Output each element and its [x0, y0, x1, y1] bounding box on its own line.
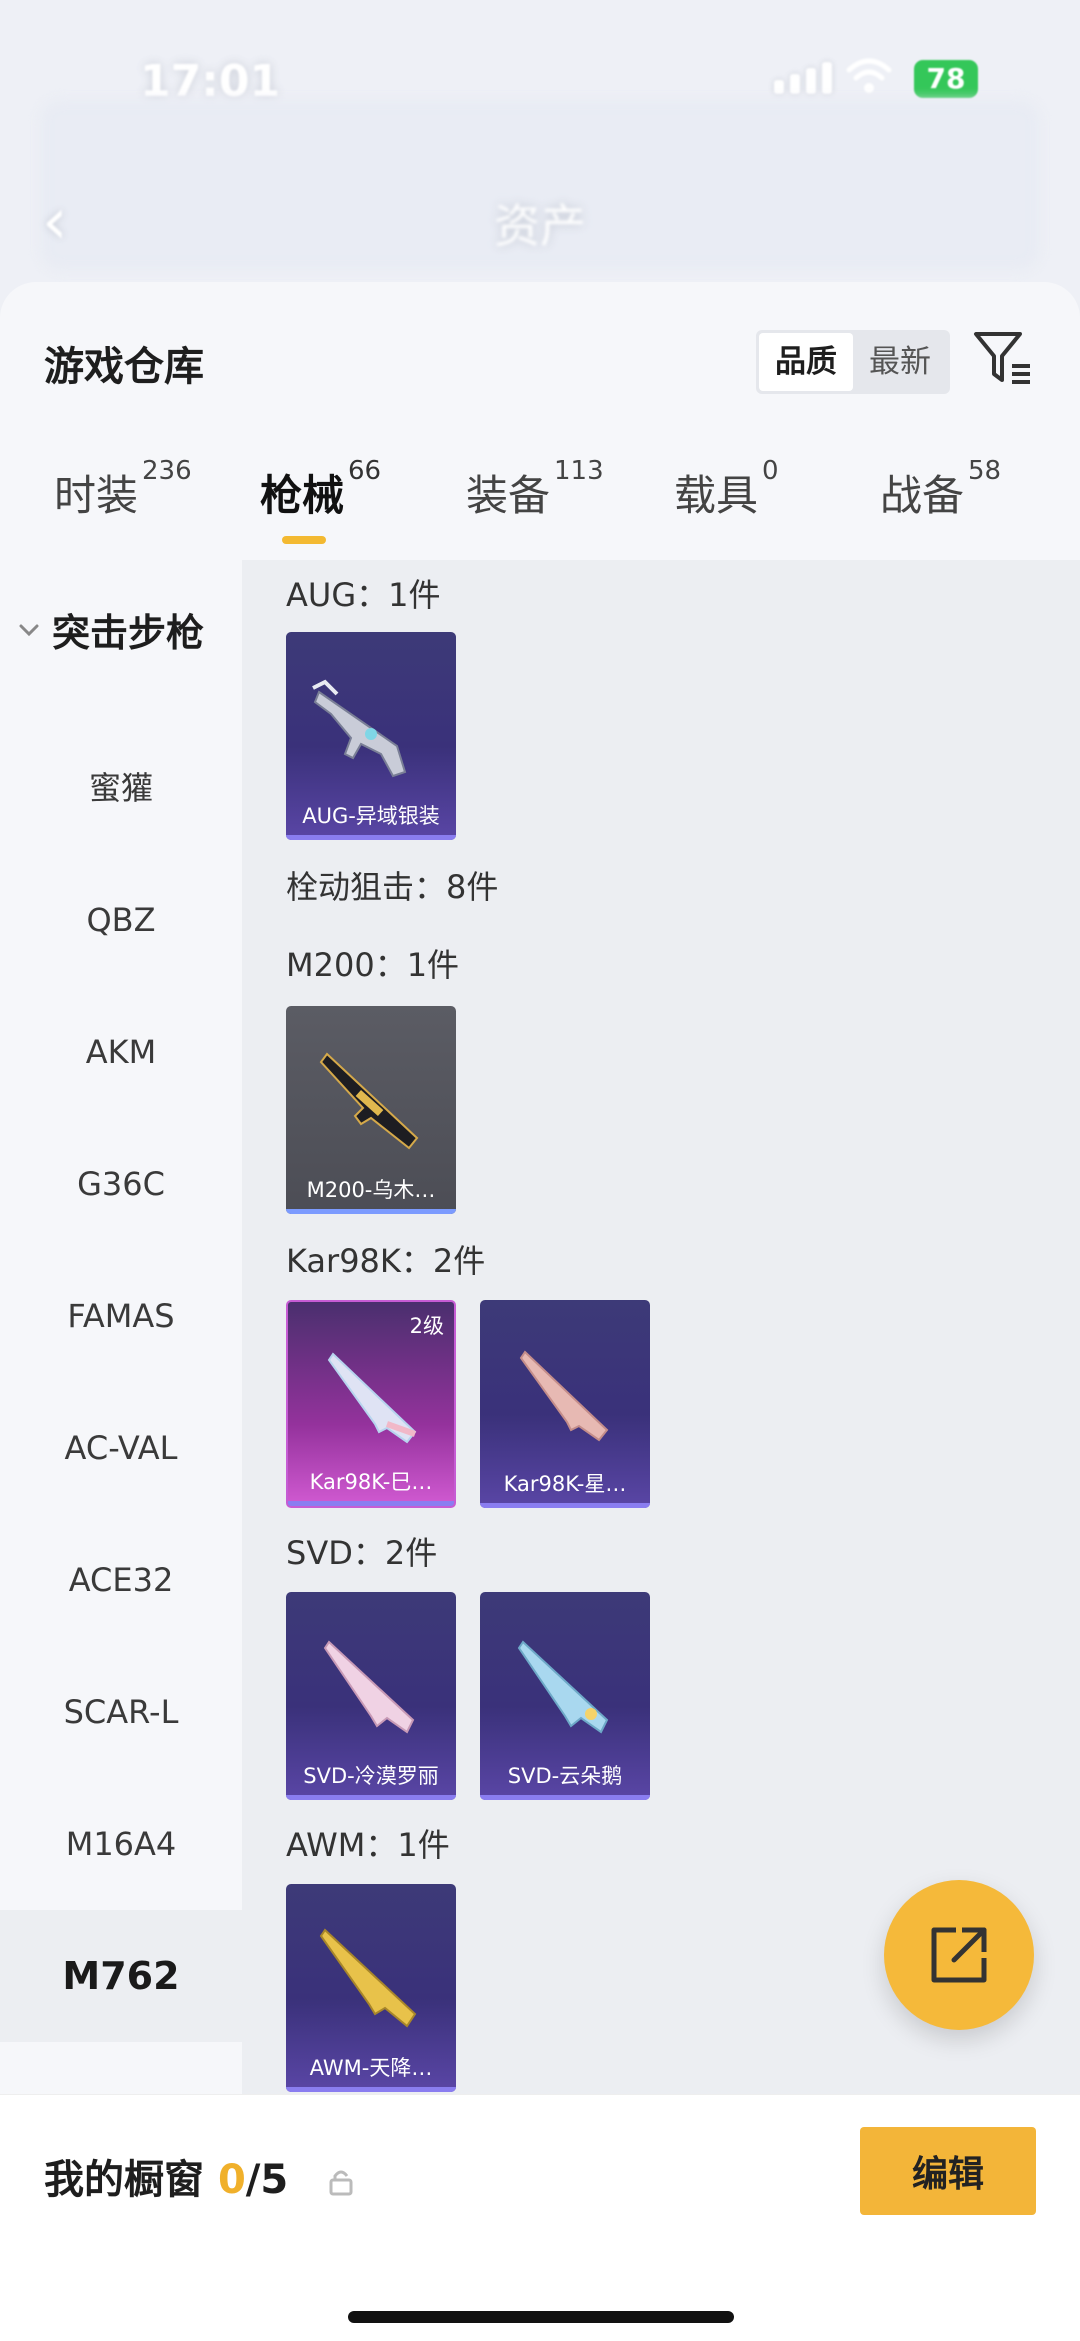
skin-name: SVD-冷漠罗丽	[303, 1764, 439, 1788]
rarity-bar	[480, 1503, 650, 1508]
svd-rifle-icon	[323, 1640, 415, 1734]
rarity-bar	[286, 835, 456, 840]
sidebar-item-akm[interactable]: AKM	[0, 986, 242, 1118]
sidebar-item-m762[interactable]: M762	[0, 1910, 242, 2042]
skin-card-kar98k-1[interactable]: 2级 Kar98K-巳…	[286, 1300, 456, 1508]
skin-name: SVD-云朵鹅	[507, 1764, 623, 1788]
signal-icon	[774, 62, 832, 94]
lock-icon	[329, 2170, 353, 2196]
group-label-bolt-sniper: 栓动狙击：8件	[286, 868, 499, 906]
skin-name: AUG-异域银装	[302, 804, 440, 828]
sheet-title: 游戏仓库	[44, 344, 204, 390]
tab-vehicles[interactable]: 载具 0	[674, 456, 779, 523]
skin-card-kar98k-2[interactable]: Kar98K-星…	[480, 1300, 650, 1508]
group-label-kar98k: Kar98K：2件	[286, 1242, 486, 1280]
share-button[interactable]	[884, 1880, 1034, 2030]
warehouse-sheet: 游戏仓库 品质 最新 时装 236 枪械 66 装备 113 载具 0 战备 58	[0, 282, 1080, 2341]
sidebar-item-qbz[interactable]: QBZ	[0, 854, 242, 986]
aug-rifle-icon	[312, 679, 407, 778]
skin-card-svd-2[interactable]: SVD-云朵鹅	[480, 1592, 650, 1800]
rarity-bar	[286, 1795, 456, 1800]
group-label-aug: AUG：1件	[286, 576, 441, 614]
sidebar-item-g36c[interactable]: G36C	[0, 1118, 242, 1250]
skin-name: Kar98K-星…	[503, 1472, 627, 1496]
group-label-svd: SVD：2件	[286, 1534, 438, 1572]
showcase-total: /5	[245, 2157, 289, 2203]
sidebar-item-m16a4[interactable]: M16A4	[0, 1778, 242, 1910]
sidebar-item-ac-val[interactable]: AC-VAL	[0, 1382, 242, 1514]
active-tab-indicator	[282, 536, 326, 544]
nav-title: 资产	[494, 199, 586, 253]
awm-rifle-icon	[319, 1928, 417, 2028]
skin-card-awm[interactable]: AWM-天降…	[286, 1884, 456, 2092]
category-tabs: 时装 236 枪械 66 装备 113 载具 0 战备 58	[0, 456, 1080, 544]
sidebar-item-ace32[interactable]: ACE32	[0, 1514, 242, 1646]
rarity-bar	[286, 2087, 456, 2092]
group-label-m200: M200：1件	[286, 946, 460, 984]
svd-rifle-icon	[517, 1640, 609, 1734]
battery-indicator: 78	[914, 60, 978, 98]
showcase-count: 0	[217, 2157, 246, 2203]
tab-guns[interactable]: 枪械 66	[260, 456, 381, 523]
share-icon	[931, 1927, 987, 1983]
tab-equipment[interactable]: 装备 113	[466, 456, 604, 523]
sidebar-item-famas[interactable]: FAMAS	[0, 1250, 242, 1382]
wifi-icon	[846, 58, 892, 93]
skin-card-m200[interactable]: M200-乌木…	[286, 1006, 456, 1214]
m200-rifle-icon	[319, 1052, 419, 1150]
rarity-bar	[288, 1501, 454, 1506]
showcase-bar: 我的橱窗 0/5 编辑	[0, 2094, 1080, 2341]
sidebar-item-honey-badger[interactable]: 蜜獾	[0, 722, 242, 854]
sort-newest-button[interactable]: 最新	[853, 333, 947, 391]
skin-card-svd-1[interactable]: SVD-冷漠罗丽	[286, 1592, 456, 1800]
skin-name: M200-乌木…	[306, 1178, 436, 1202]
home-indicator[interactable]	[348, 2311, 734, 2323]
kar98k-rifle-icon	[519, 1350, 609, 1442]
sort-quality-button[interactable]: 品质	[759, 333, 853, 391]
group-label-awm: AWM：1件	[286, 1826, 450, 1864]
sidebar-category-assault-rifle[interactable]: 突击步枪	[18, 602, 204, 657]
tab-fashion[interactable]: 时装 236	[54, 456, 192, 523]
showcase-status: 我的橱窗 0/5	[44, 2147, 356, 2205]
rarity-bar	[480, 1795, 650, 1800]
rarity-bar	[286, 1209, 456, 1214]
skin-card-aug[interactable]: AUG-异域银装	[286, 632, 456, 840]
skin-name: AWM-天降…	[309, 2056, 433, 2080]
skin-name: Kar98K-巳…	[309, 1470, 433, 1494]
edit-button[interactable]: 编辑	[860, 2127, 1036, 2215]
sort-toggle: 品质 最新	[756, 330, 950, 394]
kar98k-rifle-icon	[327, 1352, 417, 1444]
weapon-content: AUG：1件 AUG-异域银装 栓动狙击：8件 M200：1件 M200-乌木……	[242, 560, 1080, 2320]
chevron-down-icon	[19, 624, 39, 636]
sidebar-item-scar-l[interactable]: SCAR-L	[0, 1646, 242, 1778]
tab-supplies[interactable]: 战备 58	[880, 456, 1001, 523]
filter-icon[interactable]	[972, 328, 1034, 390]
weapon-sidebar: 突击步枪 蜜獾 QBZ AKM G36C FAMAS AC-VAL ACE32 …	[0, 560, 242, 2320]
